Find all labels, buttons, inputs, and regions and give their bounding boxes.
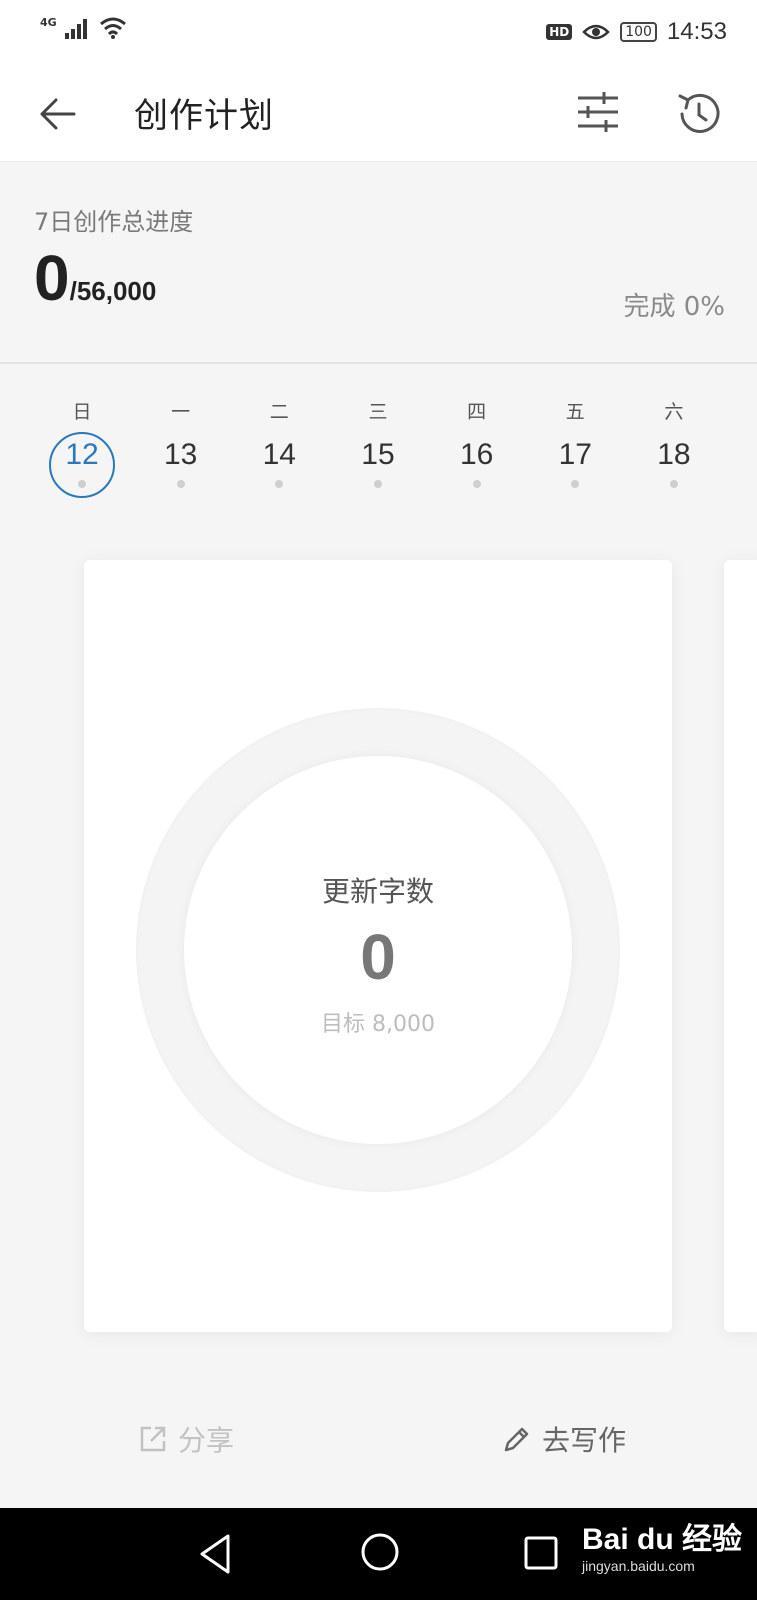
day-item-12[interactable]: 日 12 xyxy=(33,398,131,498)
day-item-13[interactable]: 一 13 xyxy=(132,398,230,498)
signal-icon xyxy=(64,19,87,39)
day-dot xyxy=(472,480,481,488)
network-type: 4G xyxy=(40,15,57,29)
day-dot xyxy=(373,480,382,488)
write-label: 去写作 xyxy=(542,1424,627,1457)
daily-target: 目标 8,000 xyxy=(321,1012,435,1037)
wifi-icon xyxy=(99,17,126,39)
nav-back-icon[interactable] xyxy=(196,1532,236,1576)
page-title: 创作计划 xyxy=(134,96,274,136)
day-item-16[interactable]: 四 16 xyxy=(428,398,526,498)
nav-recents-icon[interactable] xyxy=(522,1534,562,1574)
pencil-icon xyxy=(504,1427,529,1452)
arrow-left-icon xyxy=(40,98,76,130)
status-left: 4G xyxy=(40,16,127,40)
progress-ring: 更新字数 0 目标 8,000 xyxy=(136,708,620,1192)
day-name: 五 xyxy=(565,401,585,423)
next-card-peek[interactable] xyxy=(724,560,757,1332)
back-button[interactable] xyxy=(36,92,80,136)
filter-button[interactable] xyxy=(574,88,622,136)
completion-percent: 完成 0% xyxy=(623,292,725,322)
day-name: 三 xyxy=(368,401,388,423)
day-number: 17 xyxy=(558,438,592,471)
day-number: 14 xyxy=(262,438,296,471)
day-number: 18 xyxy=(657,438,691,471)
sliders-icon xyxy=(578,92,618,132)
history-icon xyxy=(678,93,720,133)
status-time: 14:53 xyxy=(666,18,727,45)
day-item-18[interactable]: 六 18 xyxy=(625,398,723,498)
watermark-url: jingyan.baidu.com xyxy=(582,1558,695,1574)
progress-total: /56,000 xyxy=(69,276,157,306)
status-bar: 4G HD 100 14:53 xyxy=(0,0,757,64)
history-button[interactable] xyxy=(672,88,724,140)
baidu-watermark: Bai du 经验 jingyan.baidu.com xyxy=(582,1514,742,1574)
day-dot xyxy=(571,480,580,488)
day-dot xyxy=(669,480,678,488)
share-button[interactable]: 分享 xyxy=(138,1414,234,1464)
status-right: HD 100 14:53 xyxy=(546,18,727,46)
progress-current: 0 xyxy=(34,242,70,314)
go-write-button[interactable]: 去写作 xyxy=(502,1414,626,1464)
day-item-14[interactable]: 二 14 xyxy=(230,398,328,498)
divider xyxy=(0,362,757,364)
day-number: 15 xyxy=(361,438,395,471)
watermark-brand: Bai du 经验 xyxy=(582,1523,743,1556)
day-name: 一 xyxy=(171,401,191,423)
words-updated-value: 0 xyxy=(360,921,396,993)
share-label: 分享 xyxy=(178,1424,235,1457)
share-icon xyxy=(140,1426,166,1452)
progress-count: 0 /56,000 xyxy=(34,246,156,310)
day-name: 二 xyxy=(269,401,289,423)
day-dot xyxy=(78,480,86,488)
progress-label: 7日创作总进度 xyxy=(34,208,194,236)
day-name: 四 xyxy=(467,401,487,423)
battery-indicator: 100 xyxy=(620,22,657,42)
app-header: 创作计划 xyxy=(0,64,757,162)
day-name: 日 xyxy=(72,401,92,423)
hd-badge: HD xyxy=(546,24,573,40)
day-item-17[interactable]: 五 17 xyxy=(526,398,624,498)
daily-progress-card[interactable]: 更新字数 0 目标 8,000 xyxy=(84,560,672,1332)
system-nav-bar: Bai du 经验 jingyan.baidu.com xyxy=(0,1508,757,1600)
day-number: 13 xyxy=(163,438,198,471)
eye-icon xyxy=(582,24,610,40)
day-dot xyxy=(176,480,185,488)
day-name: 六 xyxy=(664,401,684,423)
day-number: 12 xyxy=(65,438,99,471)
week-selector: 日 12 一 13 二 14 三 15 四 16 五 17 六 18 xyxy=(33,398,723,498)
nav-home-icon[interactable] xyxy=(358,1530,402,1574)
day-number: 16 xyxy=(459,438,494,471)
day-item-15[interactable]: 三 15 xyxy=(329,398,427,498)
progress-ring-center: 更新字数 0 目标 8,000 xyxy=(184,756,572,1144)
day-dot xyxy=(275,480,284,488)
words-updated-label: 更新字数 xyxy=(321,875,434,908)
